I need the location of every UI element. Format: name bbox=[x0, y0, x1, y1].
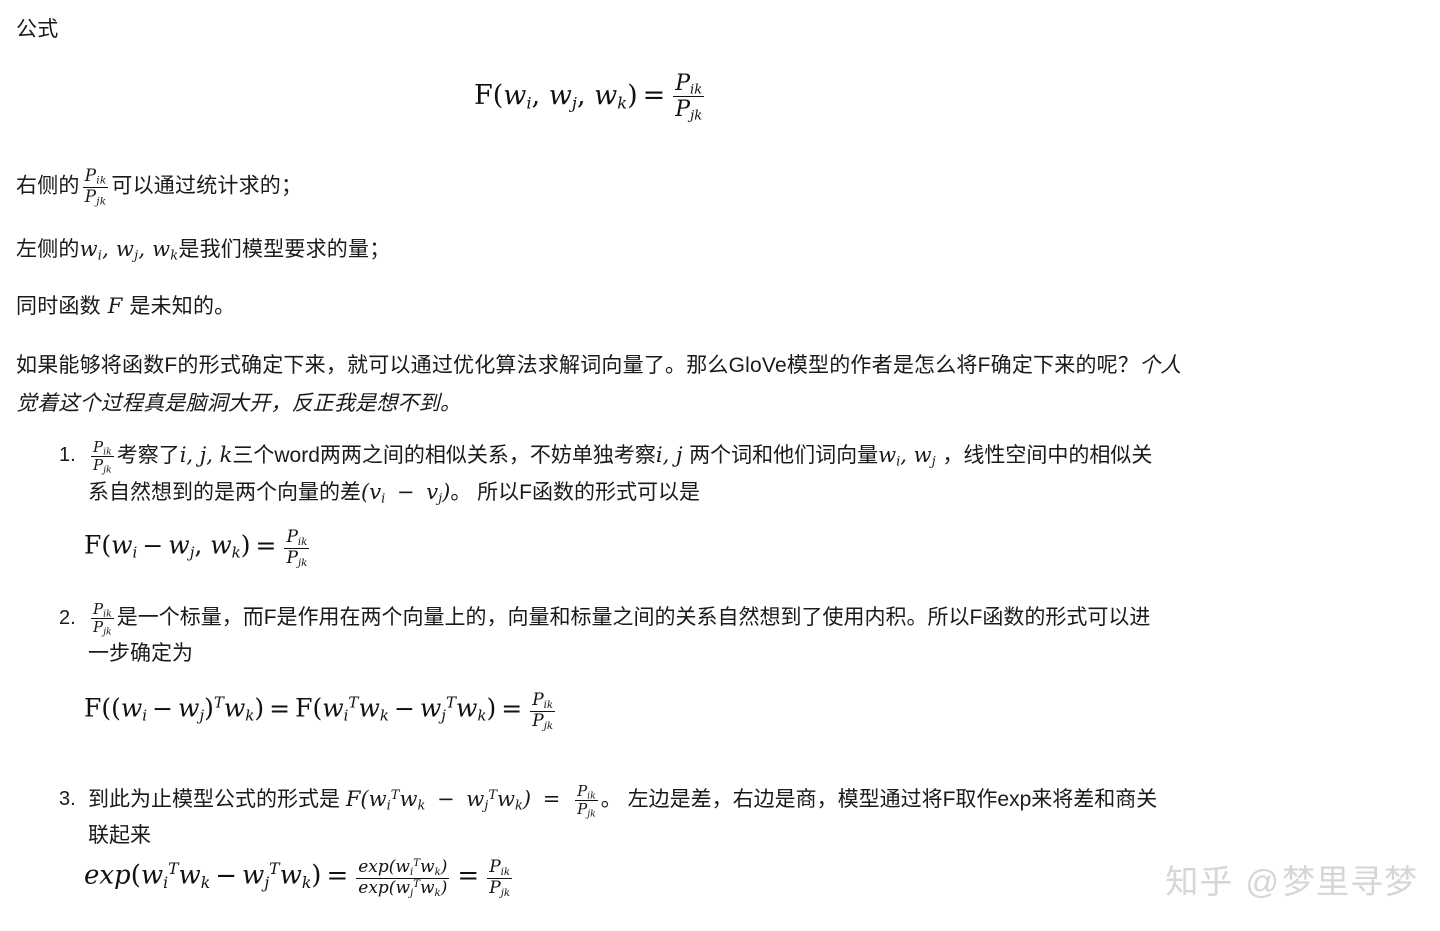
watermark-site: 知乎 bbox=[1165, 863, 1234, 900]
fraction-pik-pjk-item1: Pik Pjk bbox=[91, 437, 114, 476]
watermark-at: @ bbox=[1245, 863, 1280, 900]
list-item-2-text-a: 是一个标量，而F是作用在两个向量上的，向量和标量之间的关系自然想到了使用内积。所… bbox=[88, 606, 1151, 665]
list-item-1-text-c: 两个词和他们词向量 bbox=[689, 444, 879, 467]
fraction-pik-pjk-eq1: Pik Pjk bbox=[284, 527, 310, 569]
document-page: 公式 F(wi, wj, wk) = Pik Pjk 右侧的 Pik Pjk 可以通过统计求… bbox=[0, 0, 1440, 931]
list-item-1-text-e: 。 所以F函数的形式可以是 bbox=[450, 481, 700, 504]
statement-1-prefix: 右侧的 bbox=[16, 174, 80, 198]
derivation-list: 1. Pik Pjk 考察了i, j, k三个word两两之间的相似关系，不妨单独考… bbox=[0, 437, 1200, 891]
math-vars-ijk: i, j, k bbox=[179, 443, 233, 467]
math-vars-wi-wj-wk: wi, wj, wk bbox=[79, 237, 179, 264]
list-item-1-content: Pik Pjk 考察了i, j, k三个word两两之间的相似关系，不妨单独考察i,… bbox=[88, 437, 1200, 511]
fraction-pik-pjk-item2: Pik Pjk bbox=[91, 599, 114, 638]
statement-2-prefix: 左侧的 bbox=[16, 238, 80, 261]
page-title: 公式 bbox=[16, 18, 59, 41]
fraction-pik-pjk-eq2: Pik Pjk bbox=[530, 690, 556, 732]
list-item-2-marker: 2. bbox=[59, 607, 76, 629]
main-equation: F(wi, wj, wk) = Pik Pjk bbox=[474, 71, 705, 124]
list-item-1-marker: 1. bbox=[59, 444, 76, 466]
statement-2-suffix: 是我们模型要求的量； bbox=[178, 238, 391, 261]
list-item-3-content: 到此为止模型公式的形式是 F(wiTwk − wjTwk) = Pik Pjk。 … bbox=[88, 781, 1200, 854]
statement-line-1: 右侧的 Pik Pjk 可以通过统计求的； bbox=[16, 166, 303, 208]
statement-3-prefix: 同时函数 bbox=[16, 295, 101, 318]
equation-item-1: F(wi − wj, wk) = Pik Pjk bbox=[84, 527, 310, 569]
math-expr-vi-minus-vj: (vi − vj) bbox=[361, 480, 451, 507]
statement-line-3: 同时函数 F 是未知的。 bbox=[16, 291, 235, 322]
fraction-pik-pjk-inline-1: Pik Pjk bbox=[82, 166, 109, 208]
fraction-exp-ratio: exp(wiTwk) exp(wjTwk) bbox=[356, 857, 450, 899]
list-item-1-text-a: 考察了 bbox=[116, 444, 180, 467]
intro-paragraph-normal: 如果能够将函数F的形式确定下来，就可以通过优化算法求解词向量了。那么GloVe模… bbox=[16, 354, 1140, 377]
statement-line-2: 左侧的wi, wj, wk是我们模型要求的量； bbox=[16, 234, 390, 265]
inline-equation-item3: F(wiTwk − wjTwk) = Pik Pjk bbox=[345, 781, 598, 820]
fraction-pik-pjk-eq3: Pik Pjk bbox=[487, 857, 513, 899]
watermark-user: 梦里寻梦 bbox=[1282, 863, 1418, 900]
statement-3-suffix: 是未知的。 bbox=[129, 295, 236, 318]
list-item-2: 2. Pik Pjk 是一个标量，而F是作用在两个向量上的，向量和标量之间的关系自然… bbox=[0, 600, 1200, 763]
list-item-1-text-b: 三个word两两之间的相似关系，不妨单独考察 bbox=[232, 444, 656, 467]
math-vars-ij: i, j bbox=[655, 443, 690, 467]
equation-item-3: exp(wiTwk − wjTwk) = exp(wiTwk) exp(wjTwk) = Pi… bbox=[84, 857, 513, 899]
intro-paragraph: 如果能够将函数F的形式确定下来，就可以通过优化算法求解词向量了。那么GloVe模… bbox=[16, 347, 1196, 423]
equation-item-2: F((wi − wj)Twk) = F(wiTwk − wjTwk) = Pik Pjk bbox=[84, 690, 556, 732]
zhihu-watermark: 知乎 @梦里寻梦 bbox=[1165, 855, 1418, 903]
list-item-3-text-a: 到此为止模型公式的形式是 bbox=[88, 788, 340, 811]
fraction-pik-pjk: Pik Pjk bbox=[673, 71, 705, 124]
statement-1-suffix: 可以通过统计求的； bbox=[111, 174, 303, 198]
math-vars-wi-wj: wi, wj bbox=[878, 443, 936, 470]
math-var-f: F bbox=[100, 294, 130, 318]
list-item-2-content: Pik Pjk 是一个标量，而F是作用在两个向量上的，向量和标量之间的关系自然想到了… bbox=[88, 600, 1200, 672]
list-item-3-marker: 3. bbox=[59, 788, 76, 810]
